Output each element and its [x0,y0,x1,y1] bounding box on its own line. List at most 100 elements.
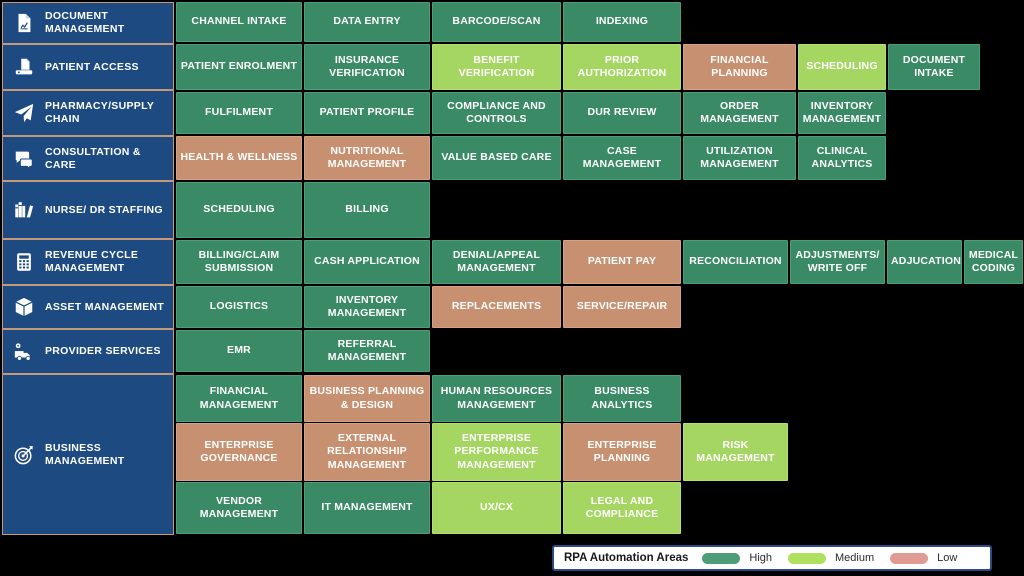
process-cell[interactable]: ENTERPRISE PLANNING [563,423,681,481]
legend-item-low: Low [890,552,957,564]
process-cell-label: CHANNEL INTAKE [191,15,287,28]
process-cell-label: BENEFIT VERIFICATION [458,53,535,79]
scanner-document-icon [11,54,37,80]
process-cell[interactable]: CASH APPLICATION [304,240,430,284]
legend-label: Low [937,552,958,564]
process-cell[interactable]: COMPLIANCE AND CONTROLS [432,92,561,134]
category-row-provider-services[interactable]: PROVIDER SERVICES [2,329,174,374]
process-cell[interactable]: ADJUSTMENTS/ WRITE OFF [790,240,885,284]
process-cell[interactable]: VALUE BASED CARE [432,136,561,180]
process-cell-label: PRIOR AUTHORIZATION [577,53,667,79]
package-box-icon [11,294,37,320]
process-cell-label: PATIENT ENROLMENT [180,60,298,73]
legend-label: High [749,552,773,564]
process-cell[interactable]: ADJUCATION [887,240,962,284]
process-cell-label: BUSINESS ANALYTICS [591,385,653,411]
process-cell[interactable]: REFERRAL MANAGEMENT [304,330,430,372]
process-cell[interactable]: ORDER MANAGEMENT [683,92,796,134]
process-cell[interactable]: RECONCILIATION [683,240,788,284]
process-cell[interactable]: UX/CX [432,482,561,534]
process-cell[interactable]: CHANNEL INTAKE [176,2,302,42]
process-cell[interactable]: DUR REVIEW [563,92,681,134]
process-cell-label: PATIENT PROFILE [319,106,415,119]
process-cell-label: EXTERNAL RELATIONSHIP MANAGEMENT [327,432,407,471]
process-cell-label: INVENTORY MANAGEMENT [327,293,407,319]
process-cell-label: BILLING [345,203,389,216]
process-cell-label: EMR [227,344,251,357]
rpa-automation-heatmap: DOCUMENT MANAGEMENT PATIENT ACCESS PHARMAC… [0,0,1024,576]
legend-item-high: High [702,552,772,564]
process-cell[interactable]: NUTRITIONAL MANAGEMENT [304,136,430,180]
process-cell[interactable]: PRIOR AUTHORIZATION [563,44,681,90]
category-row-document-management[interactable]: DOCUMENT MANAGEMENT [2,2,174,44]
legend-swatch-low [890,552,929,564]
process-cell[interactable]: DATA ENTRY [304,2,430,42]
category-label: PATIENT ACCESS [45,60,139,73]
process-cell[interactable]: FINANCIAL PLANNING [683,44,796,90]
process-cell[interactable]: DENIAL/APPEAL MANAGEMENT [432,240,561,284]
process-cell[interactable]: VENDOR MANAGEMENT [176,482,302,534]
process-cell[interactable]: INVENTORY MANAGEMENT [304,286,430,328]
process-cell[interactable]: LOGISTICS [176,286,302,328]
process-cell-label: SCHEDULING [203,203,275,216]
process-cell-label: BUSINESS PLANNING & DESIGN [309,385,425,411]
process-cell[interactable]: PATIENT PROFILE [304,92,430,134]
process-cell[interactable]: REPLACEMENTS [432,286,561,328]
process-cell[interactable]: LEGAL AND COMPLIANCE [563,482,681,534]
process-cell[interactable]: RISK MANAGEMENT [683,423,788,481]
category-row-consultation-care[interactable]: CONSULTATION & CARE [2,136,174,181]
process-cell-label: ORDER MANAGEMENT [700,99,779,125]
category-label: NURSE/ DR STAFFING [45,203,163,216]
category-row-revenue-cycle-management[interactable]: REVENUE CYCLE MANAGEMENT [2,239,174,285]
category-row-nurse-dr-staffing[interactable]: NURSE/ DR STAFFING [2,181,174,239]
process-cell-label: RECONCILIATION [689,255,782,268]
legend-items: High Medium Low [702,552,973,564]
process-cell[interactable]: HEALTH & WELLNESS [176,136,302,180]
category-label: BUSINESS MANAGEMENT [45,441,125,467]
process-cell[interactable]: CASE MANAGEMENT [563,136,681,180]
process-cell[interactable]: BUSINESS PLANNING & DESIGN [304,375,430,422]
process-cell[interactable]: SERVICE/REPAIR [563,286,681,328]
category-label: PROVIDER SERVICES [45,345,161,358]
process-cell[interactable]: SCHEDULING [176,182,302,238]
process-cell[interactable]: FINANCIAL MANAGEMENT [176,375,302,422]
process-cell[interactable]: BARCODE/SCAN [432,2,561,42]
process-cell-label: CASE MANAGEMENT [582,144,662,170]
category-label: PHARMACY/SUPPLY CHAIN [45,100,154,125]
process-cell[interactable]: PATIENT ENROLMENT [176,44,302,90]
category-row-pharmacy-supply-chain[interactable]: PHARMACY/SUPPLY CHAIN [2,90,174,136]
process-cell[interactable]: SCHEDULING [798,44,886,90]
process-cell[interactable]: MEDICAL CODING [964,240,1023,284]
category-row-asset-management[interactable]: ASSET MANAGEMENT [2,285,174,329]
process-cell-label: CLINICAL ANALYTICS [811,144,873,170]
process-cell[interactable]: BUSINESS ANALYTICS [563,375,681,422]
category-row-patient-access[interactable]: PATIENT ACCESS [2,44,174,90]
process-cell[interactable]: ENTERPRISE GOVERNANCE [176,423,302,481]
process-cell-label: CASH APPLICATION [314,255,420,268]
process-cell[interactable]: IT MANAGEMENT [304,482,430,534]
process-cell[interactable]: CLINICAL ANALYTICS [798,136,886,180]
category-row-business-management[interactable]: BUSINESS MANAGEMENT [2,374,174,535]
process-cell[interactable]: PATIENT PAY [563,240,681,284]
process-cell-label: ADJUCATION [891,255,962,268]
process-cell[interactable]: INVENTORY MANAGEMENT [798,92,886,134]
process-cell[interactable]: BENEFIT VERIFICATION [432,44,561,90]
process-cell[interactable]: FULFILMENT [176,92,302,134]
chat-bubbles-icon [11,146,37,172]
process-cell[interactable]: HUMAN RESOURCES MANAGEMENT [432,375,561,422]
process-cell[interactable]: BILLING/CLAIM SUBMISSION [176,240,302,284]
process-cell-label: VENDOR MANAGEMENT [199,494,279,520]
process-cell[interactable]: EXTERNAL RELATIONSHIP MANAGEMENT [304,423,430,481]
process-cell-label: IT MANAGEMENT [321,501,413,514]
process-cell[interactable]: INSURANCE VERIFICATION [304,44,430,90]
process-cell[interactable]: BILLING [304,182,430,238]
process-cell[interactable]: INDEXING [563,2,681,42]
process-cell-label: ENTERPRISE GOVERNANCE [200,438,278,464]
process-cell[interactable]: DOCUMENT INTAKE [888,44,980,90]
process-cell-label: FULFILMENT [205,106,273,119]
process-cell[interactable]: UTILIZATION MANAGEMENT [683,136,796,180]
process-cell[interactable]: ENTERPRISE PERFORMANCE MANAGEMENT [432,423,561,481]
process-cell-label: DENIAL/APPEAL MANAGEMENT [452,248,541,274]
process-cell-label: INSURANCE VERIFICATION [329,53,405,79]
process-cell[interactable]: EMR [176,330,302,372]
